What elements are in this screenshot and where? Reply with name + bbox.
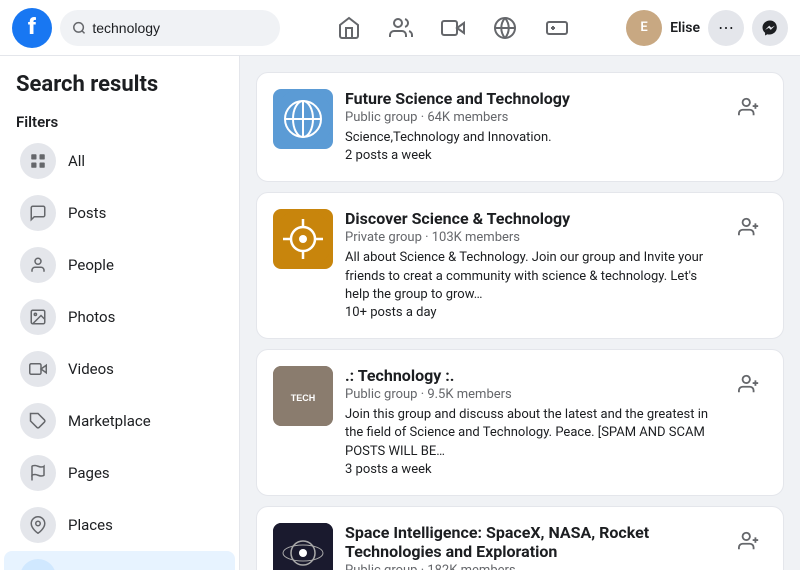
search-input[interactable] [92,20,268,36]
result-body: Future Science and Technology Public gro… [345,89,719,165]
result-avatar [273,523,333,570]
result-title: Space Intelligence: SpaceX, NASA, Rocket… [345,523,719,561]
nav-marketplace[interactable] [479,6,531,50]
sidebar-item-label: Pages [68,464,110,482]
sidebar-item-posts[interactable]: Posts [4,187,235,239]
search-bar[interactable] [60,10,280,46]
result-meta: Public group · 182K members [345,563,719,570]
messenger-button[interactable] [752,10,788,46]
top-nav: f E Elise ⋯ [0,0,800,56]
sidebar-item-groups[interactable]: Groups [4,551,235,570]
result-meta: Public group · 9.5K members [345,387,719,402]
sidebar-item-videos[interactable]: Videos [4,343,235,395]
sidebar-item-people[interactable]: People [4,239,235,291]
result-avatar [273,209,333,269]
svg-text:TECH: TECH [291,393,316,403]
main-layout: Search results Filters All Posts People [0,56,800,570]
nav-gaming[interactable] [531,6,583,50]
photo-icon [20,299,56,335]
result-card: Future Science and Technology Public gro… [256,72,784,182]
add-group-button[interactable] [731,523,767,559]
result-avatar: TECH [273,366,333,426]
nav-right: E Elise ⋯ [626,10,788,46]
flag-icon [20,455,56,491]
person-icon [20,247,56,283]
content-area: Future Science and Technology Public gro… [240,56,800,570]
sidebar-item-label: Photos [68,308,115,326]
sidebar-item-label: All [68,152,85,170]
result-card: Space Intelligence: SpaceX, NASA, Rocket… [256,506,784,570]
location-icon [20,507,56,543]
result-meta: Public group · 64K members [345,110,719,125]
sidebar-item-label: Posts [68,204,106,222]
groups-icon [20,559,56,570]
result-card: Discover Science & Technology Private gr… [256,192,784,339]
result-title: .: Technology :. [345,366,719,385]
grid-icon [20,143,56,179]
nav-watch[interactable] [427,6,479,50]
sidebar-item-marketplace[interactable]: Marketplace [4,395,235,447]
tag-icon [20,403,56,439]
result-body: .: Technology :. Public group · 9.5K mem… [345,366,719,479]
avatar[interactable]: E [626,10,662,46]
sidebar-item-label: People [68,256,114,274]
result-desc: All about Science & Technology. Join our… [345,249,719,322]
sidebar-item-label: Places [68,516,113,534]
result-body: Space Intelligence: SpaceX, NASA, Rocket… [345,523,719,570]
facebook-logo: f [12,8,52,48]
result-body: Discover Science & Technology Private gr… [345,209,719,322]
sidebar-item-pages[interactable]: Pages [4,447,235,499]
result-title: Future Science and Technology [345,89,719,108]
nav-friends[interactable] [375,6,427,50]
add-group-button[interactable] [731,209,767,245]
nav-icons [288,6,618,50]
comment-icon [20,195,56,231]
sidebar-item-label: Marketplace [68,412,151,430]
sidebar-item-photos[interactable]: Photos [4,291,235,343]
sidebar-item-all[interactable]: All [4,135,235,187]
result-card: TECH .: Technology :. Public group · 9.5… [256,349,784,496]
sidebar: Search results Filters All Posts People [0,56,240,570]
add-group-button[interactable] [731,366,767,402]
add-group-button[interactable] [731,89,767,125]
apps-button[interactable]: ⋯ [708,10,744,46]
video-icon [20,351,56,387]
user-name: Elise [670,20,700,36]
search-icon [72,20,86,36]
result-title: Discover Science & Technology [345,209,719,228]
sidebar-item-label: Videos [68,360,114,378]
nav-home[interactable] [323,6,375,50]
sidebar-title: Search results [0,68,239,105]
result-desc: Science,Technology and Innovation.2 post… [345,129,719,165]
result-meta: Private group · 103K members [345,230,719,245]
result-desc: Join this group and discuss about the la… [345,406,719,479]
result-avatar [273,89,333,149]
filters-label: Filters [0,105,239,135]
sidebar-item-places[interactable]: Places [4,499,235,551]
